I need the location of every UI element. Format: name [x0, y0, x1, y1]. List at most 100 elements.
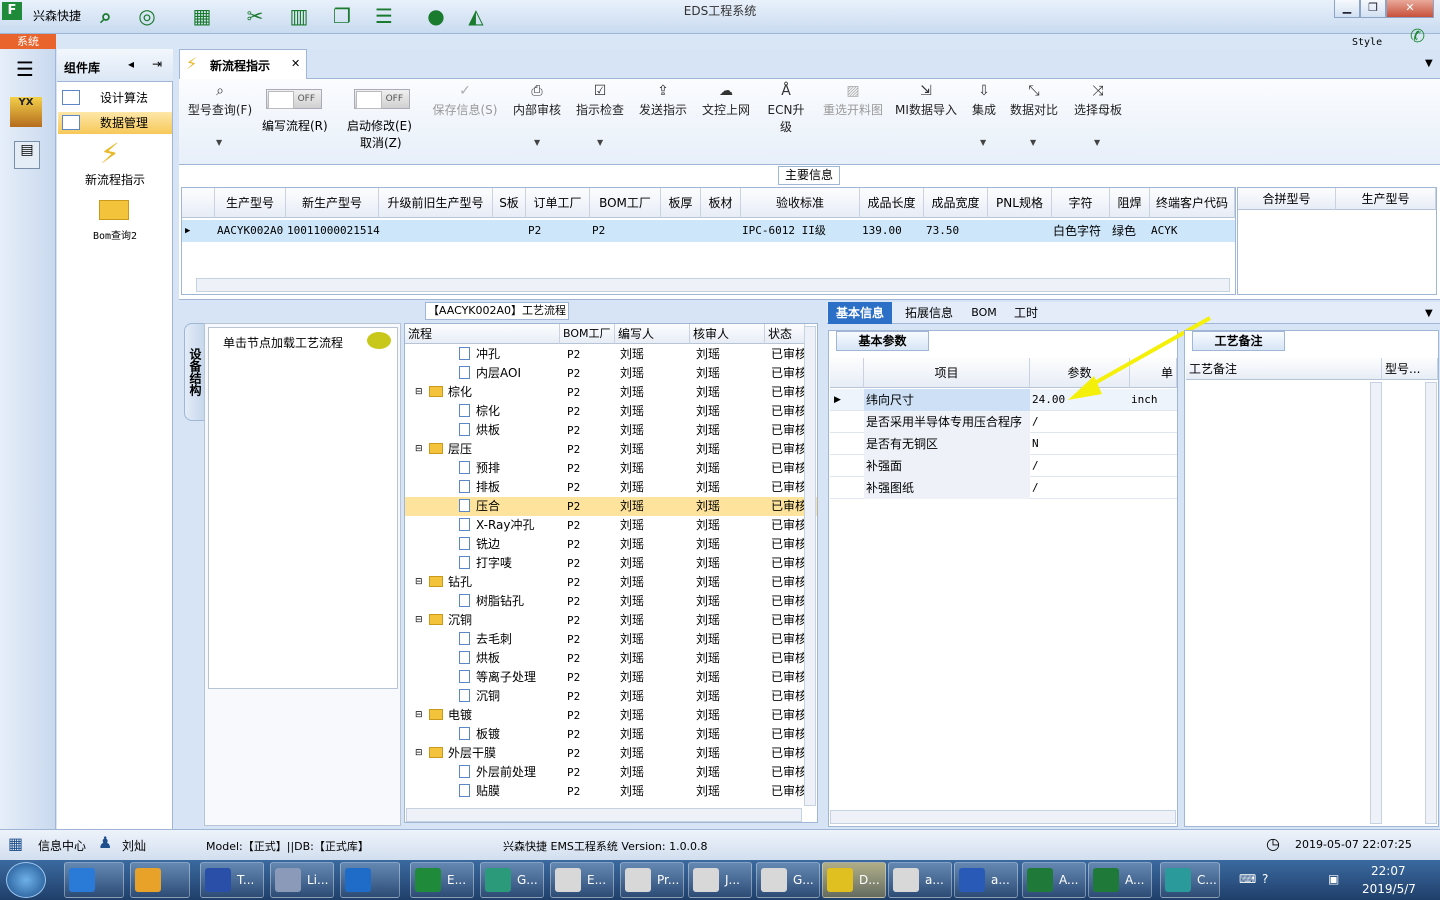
- tab-basic-info[interactable]: 基本信息: [828, 302, 892, 324]
- col-header[interactable]: 项目: [864, 358, 1030, 388]
- collapse-icon[interactable]: ⊟: [415, 573, 423, 592]
- tree-node-row[interactable]: 冲孔 P2 刘瑶 刘瑶 已审核: [405, 345, 817, 364]
- folder-icon[interactable]: [99, 200, 129, 220]
- taskbar-item[interactable]: Li...: [270, 862, 334, 898]
- style-menu[interactable]: Style: [1352, 37, 1382, 48]
- cell-order-factory[interactable]: P2: [528, 220, 541, 242]
- save-info-button[interactable]: ✓ 保存信息(S): [429, 81, 501, 118]
- tree-node-row[interactable]: 棕化 P2 刘瑶 刘瑶 已审核: [405, 402, 817, 421]
- instruction-check-button[interactable]: ☑ 指示检查: [574, 81, 626, 118]
- col-header[interactable]: PNL规格: [988, 188, 1052, 218]
- taskbar-item[interactable]: E...: [550, 862, 614, 898]
- info-center-label[interactable]: 信息中心: [38, 837, 86, 854]
- dropdown-arrow[interactable]: ▼: [216, 138, 222, 147]
- tree-node-row[interactable]: 压合 P2 刘瑶 刘瑶 已审核: [405, 497, 817, 516]
- tree-node-row[interactable]: 板镀 P2 刘瑶 刘瑶 已审核: [405, 725, 817, 744]
- collapse-icon[interactable]: ⊟: [415, 383, 423, 402]
- tree-hscrollbar[interactable]: [406, 808, 802, 822]
- tree-vscrollbar[interactable]: [804, 326, 816, 806]
- tree-node-row[interactable]: 去毛刺 P2 刘瑶 刘瑶 已审核: [405, 630, 817, 649]
- col-header[interactable]: 终端客户代码: [1150, 188, 1235, 218]
- col-header[interactable]: 板材: [701, 188, 741, 218]
- ecn-upgrade-button[interactable]: Å ECN升级: [762, 81, 810, 135]
- data-compare-button[interactable]: ⤡ 数据对比: [1007, 81, 1061, 118]
- cell-length[interactable]: 139.00: [862, 220, 902, 242]
- doc-online-button[interactable]: ☁ 文控上网: [700, 81, 752, 118]
- component-item-algorithm[interactable]: 设计算法: [58, 87, 172, 109]
- taskbar-item[interactable]: C...: [1160, 862, 1220, 898]
- tool-new-flow[interactable]: 新流程指示: [58, 171, 172, 188]
- close-icon[interactable]: ✕: [291, 57, 300, 70]
- dropdown-arrow[interactable]: ▼: [980, 138, 986, 147]
- select-motherboard-button[interactable]: ⤨ 选择母板: [1071, 81, 1125, 118]
- taskbar-item[interactable]: a...: [954, 862, 1018, 898]
- tab-bom[interactable]: BOM: [966, 302, 1002, 324]
- col-header[interactable]: 生产型号: [215, 188, 286, 218]
- cell-new-model[interactable]: 10011000021514: [287, 220, 380, 242]
- tab-menu-icon[interactable]: ▼: [1425, 308, 1433, 319]
- pin-icon[interactable]: ⇥: [152, 57, 162, 71]
- tree-folder-row[interactable]: ⊟ 钻孔 P2 刘瑶 刘瑶 已审核: [405, 573, 817, 592]
- tree-node-row[interactable]: 预排 P2 刘瑶 刘瑶 已审核: [405, 459, 817, 478]
- taskbar-item[interactable]: E...: [410, 862, 474, 898]
- edit-flow-toggle[interactable]: OFF: [266, 89, 322, 109]
- tray-keyboard-icon[interactable]: ⌨: [1239, 872, 1256, 886]
- cell-character[interactable]: 白色字符: [1053, 220, 1101, 242]
- tree-node-row[interactable]: 铣边 P2 刘瑶 刘瑶 已审核: [405, 535, 817, 554]
- cell-width[interactable]: 73.50: [926, 220, 959, 242]
- tree-node-row[interactable]: 贴膜 P2 刘瑶 刘瑶 已审核: [405, 782, 817, 801]
- tree-node-row[interactable]: 烘板 P2 刘瑶 刘瑶 已审核: [405, 649, 817, 668]
- params-hscrollbar[interactable]: [830, 810, 1176, 824]
- tree-folder-row[interactable]: ⊟ 电镀 P2 刘瑶 刘瑶 已审核: [405, 706, 817, 725]
- taskbar-item[interactable]: G...: [480, 862, 544, 898]
- tray-network-icon[interactable]: ▣: [1328, 872, 1339, 886]
- param-value[interactable]: N: [1030, 433, 1039, 455]
- notes-vscrollbar[interactable]: [1370, 382, 1382, 824]
- taskbar-item[interactable]: Pr...: [620, 862, 684, 898]
- taskbar-item[interactable]: A...: [1088, 862, 1152, 898]
- tree-node-row[interactable]: 打字唛 P2 刘瑶 刘瑶 已审核: [405, 554, 817, 573]
- phone-icon[interactable]: ✆: [1410, 26, 1425, 47]
- tree-col-header[interactable]: BOM工厂: [560, 324, 615, 344]
- tab-process-notes[interactable]: 工艺备注: [1192, 331, 1285, 351]
- col-header[interactable]: 阻焊: [1110, 188, 1150, 218]
- tree-node-row[interactable]: 内层AOI P2 刘瑶 刘瑶 已审核: [405, 364, 817, 383]
- tool-bom-query[interactable]: Bom查询2: [58, 227, 172, 242]
- internal-review-button[interactable]: ⎙ 内部审核: [511, 81, 563, 118]
- collapse-icon[interactable]: ⊟: [415, 440, 423, 459]
- tree-folder-row[interactable]: ⊟ 层压 P2 刘瑶 刘瑶 已审核: [405, 440, 817, 459]
- col-header[interactable]: 合拼型号: [1238, 188, 1336, 210]
- factory-icon[interactable]: YX: [10, 97, 42, 127]
- tree-folder-row[interactable]: ⊟ 棕化 P2 刘瑶 刘瑶 已审核: [405, 383, 817, 402]
- hint-box[interactable]: 单击节点加载工艺流程: [208, 327, 398, 689]
- param-row[interactable]: 补强图纸 /: [830, 477, 1177, 499]
- col-header[interactable]: 型号...: [1382, 358, 1438, 380]
- tree-col-header[interactable]: 核审人: [690, 324, 765, 344]
- taskbar-item[interactable]: [130, 862, 190, 898]
- taskbar-item[interactable]: [340, 862, 400, 898]
- tree-col-header[interactable]: 编写人: [615, 324, 690, 344]
- col-header[interactable]: S板: [493, 188, 526, 218]
- param-row[interactable]: 是否有无铜区 N: [830, 433, 1177, 455]
- tree-node-row[interactable]: 烘板 P2 刘瑶 刘瑶 已审核: [405, 421, 817, 440]
- dropdown-arrow[interactable]: ▼: [534, 138, 540, 147]
- component-item-data-management[interactable]: 数据管理: [58, 112, 172, 134]
- param-value[interactable]: /: [1030, 411, 1039, 433]
- col-header[interactable]: 板厚: [661, 188, 701, 218]
- cell-model[interactable]: AACYK002A0: [217, 220, 283, 242]
- integrate-button[interactable]: ⇩ 集成: [967, 81, 1001, 118]
- system-tab[interactable]: 系统: [0, 34, 56, 49]
- equipment-structure-tab[interactable]: 设备结构: [184, 323, 206, 421]
- main-grid-hscrollbar[interactable]: [196, 278, 1230, 292]
- tree-node-row[interactable]: X-Ray冲孔 P2 刘瑶 刘瑶 已审核: [405, 516, 817, 535]
- windows-grid-icon[interactable]: ▦: [8, 834, 23, 853]
- col-header[interactable]: 生产型号: [1336, 188, 1436, 210]
- tree-col-header[interactable]: 状态: [765, 324, 805, 344]
- maximize-button[interactable]: ❐: [1360, 0, 1386, 18]
- reselect-cut-button[interactable]: ▨ 重选开料图: [819, 81, 887, 118]
- tab-extended-info[interactable]: 拓展信息: [898, 302, 960, 324]
- cell-standard[interactable]: IPC-6012 II级: [742, 220, 826, 242]
- dropdown-arrow[interactable]: ▼: [1094, 138, 1100, 147]
- tab-menu-icon[interactable]: ▼: [1425, 58, 1433, 69]
- tab-basic-params[interactable]: 基本参数: [836, 331, 929, 351]
